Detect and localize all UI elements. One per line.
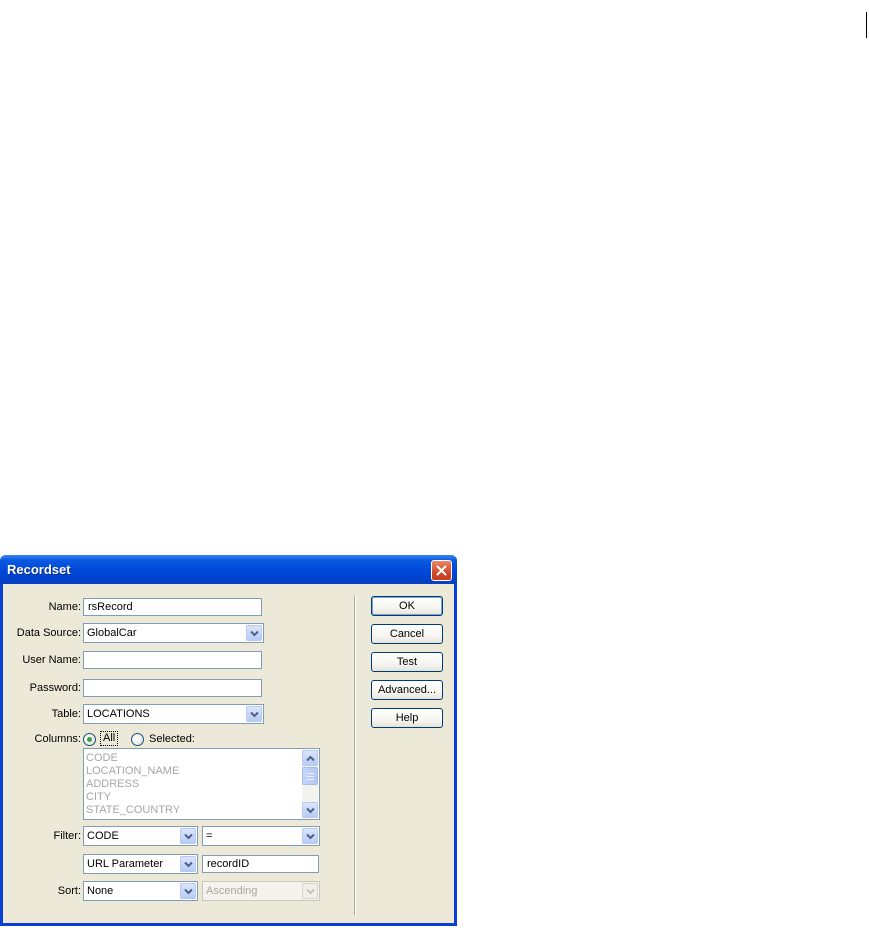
sort-column-select[interactable]: None	[83, 881, 198, 901]
data-source-select[interactable]: GlobalCar	[83, 623, 264, 643]
columns-all-label[interactable]: All	[100, 731, 119, 746]
sort-column-dropdown-button[interactable]	[180, 883, 196, 899]
list-item[interactable]: CITY	[86, 791, 111, 804]
sort-order-dropdown-button	[302, 883, 318, 899]
filter-column-value: CODE	[87, 830, 119, 842]
chevron-down-icon	[306, 888, 315, 895]
recordset-dialog: Recordset Name: rsRecord Data Source: Gl…	[0, 555, 457, 926]
chevron-down-icon	[306, 807, 315, 814]
chevron-down-icon	[306, 833, 315, 840]
page-edge-mark	[866, 12, 867, 38]
table-label: Table:	[51, 708, 81, 720]
name-input[interactable]: rsRecord	[83, 598, 262, 616]
filter-source-dropdown-button[interactable]	[180, 856, 196, 872]
chevron-down-icon	[250, 630, 259, 637]
title-bar[interactable]: Recordset	[0, 555, 457, 584]
help-button[interactable]: Help	[371, 708, 443, 728]
filter-column-select[interactable]: CODE	[83, 826, 198, 846]
table-select[interactable]: LOCATIONS	[83, 704, 264, 724]
close-button[interactable]	[431, 560, 452, 581]
chevron-down-icon	[184, 888, 193, 895]
chevron-down-icon	[184, 861, 193, 868]
filter-column-dropdown-button[interactable]	[180, 828, 196, 844]
filter-source-select[interactable]: URL Parameter	[83, 854, 198, 874]
columns-selected-radio[interactable]	[131, 733, 144, 746]
filter-operator-select[interactable]: =	[202, 826, 320, 846]
cancel-button[interactable]: Cancel	[371, 624, 443, 644]
sort-column-value: None	[87, 885, 114, 897]
scroll-down-button[interactable]	[302, 802, 318, 818]
close-icon	[436, 565, 447, 576]
data-source-dropdown-button[interactable]	[246, 625, 262, 641]
scroll-thumb[interactable]	[302, 767, 318, 785]
list-item[interactable]: CODE	[86, 752, 118, 765]
advanced-button[interactable]: Advanced...	[371, 680, 443, 700]
columns-listbox[interactable]: CODE LOCATION_NAME ADDRESS CITY STATE_CO…	[83, 748, 320, 820]
sort-order-select: Ascending	[202, 881, 320, 901]
columns-label: Columns:	[34, 733, 81, 745]
columns-all-radio[interactable]	[83, 733, 96, 746]
chevron-up-icon	[306, 755, 315, 762]
columns-selected-label[interactable]: Selected:	[149, 733, 195, 745]
user-name-label: User Name:	[22, 654, 81, 666]
filter-operator-value: =	[206, 830, 213, 842]
data-source-label: Data Source:	[16, 627, 81, 639]
password-input[interactable]	[83, 679, 262, 697]
scroll-up-button[interactable]	[302, 750, 318, 766]
filter-parameter-input[interactable]: recordID	[202, 855, 319, 873]
list-item[interactable]: STATE_COUNTRY	[86, 804, 180, 817]
chevron-down-icon	[184, 833, 193, 840]
table-value: LOCATIONS	[87, 708, 150, 720]
radio-selected-dot	[87, 737, 92, 742]
data-source-value: GlobalCar	[87, 627, 137, 639]
columns-scrollbar[interactable]	[302, 750, 318, 818]
name-label: Name:	[48, 601, 81, 613]
dialog-title: Recordset	[7, 562, 71, 577]
sort-label: Sort:	[57, 885, 81, 897]
chevron-down-icon	[250, 711, 259, 718]
filter-label: Filter:	[53, 830, 82, 842]
table-dropdown-button[interactable]	[246, 706, 262, 722]
dialog-body: Name: rsRecord Data Source: GlobalCar Us…	[3, 584, 454, 923]
filter-source-value: URL Parameter	[87, 858, 164, 870]
list-item[interactable]: LOCATION_NAME	[86, 765, 179, 778]
sort-order-value: Ascending	[206, 885, 258, 897]
password-label: Password:	[29, 682, 81, 694]
test-button[interactable]: Test	[371, 652, 443, 672]
vertical-separator	[354, 595, 355, 915]
list-item[interactable]: ADDRESS	[86, 778, 139, 791]
filter-operator-dropdown-button[interactable]	[302, 828, 318, 844]
user-name-input[interactable]	[83, 651, 262, 669]
ok-button[interactable]: OK	[371, 596, 443, 616]
